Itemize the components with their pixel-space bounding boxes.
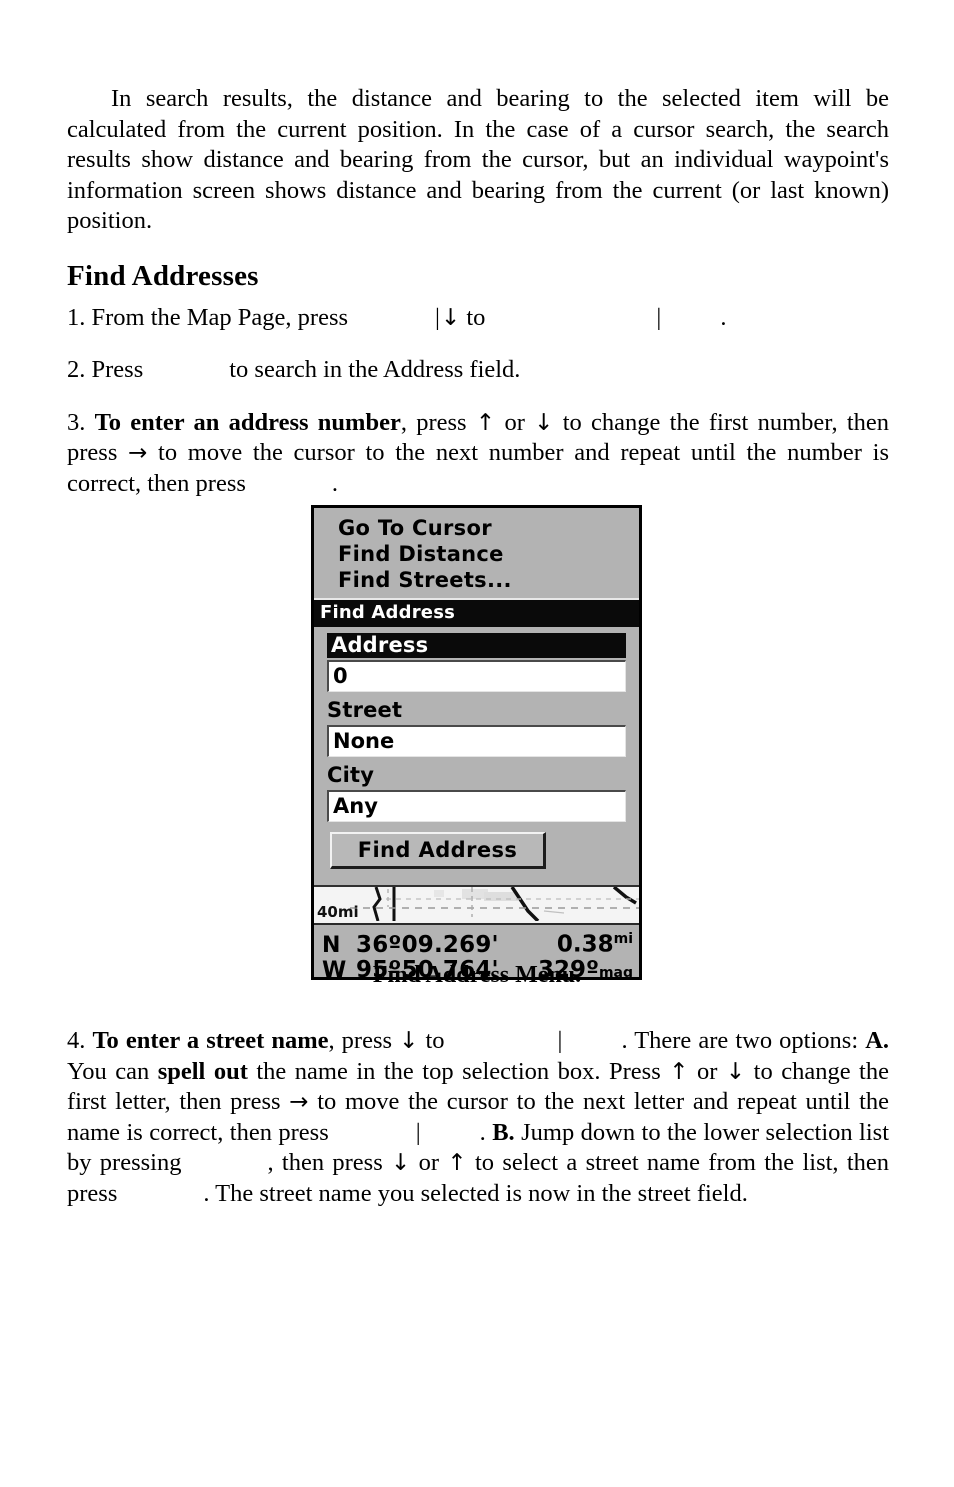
intro-paragraph: In search results, the distance and bear…: [67, 85, 889, 234]
address-field-label[interactable]: Address: [327, 633, 626, 658]
step-4: 4. To enter a street name, press ↓ to | . …: [67, 1026, 889, 1209]
map-scale-label: 40mi: [317, 903, 359, 921]
street-field-value[interactable]: None: [327, 725, 626, 757]
step-2-number: 2.: [67, 356, 86, 383]
page-heading: Find Addresses: [67, 259, 259, 292]
lower-content: 4. To enter a street name, press ↓ to | . …: [67, 1016, 889, 1209]
city-field-label[interactable]: City: [314, 763, 639, 788]
menu-item-find-streets[interactable]: Find Streets...: [314, 567, 639, 593]
step-4-text-b: to: [425, 1027, 445, 1054]
latitude-value: 36º09.269': [356, 931, 499, 958]
step-4-bar-1: |: [557, 1027, 563, 1054]
latitude-row: N 36º09.269' 0.38mi: [314, 927, 639, 958]
step-3-number: 3.: [67, 408, 86, 436]
document-page: In search results, the distance and bear…: [0, 0, 954, 1487]
step-3-text-or: or: [504, 408, 525, 436]
step-2-text-a: Press: [91, 356, 144, 383]
page-content: In search results, the distance and bear…: [67, 84, 889, 499]
step-4-text-f: or: [696, 1057, 718, 1085]
step-4-bold-d: B.: [492, 1118, 515, 1146]
step-3-text-a: , press: [400, 408, 467, 436]
step-3-bold-a: To enter an address number: [94, 408, 401, 436]
step-4-text-c: . There are two options:: [621, 1027, 859, 1054]
step-4-text-k: , then press: [267, 1149, 383, 1176]
city-field-value[interactable]: Any: [327, 790, 626, 822]
step-1-text-c: .: [720, 303, 727, 331]
step-4-number: 4.: [67, 1027, 86, 1054]
step-4-arrow-down: ↓: [399, 1028, 419, 1054]
gps-device-screen: Go To Cursor Find Distance Find Streets.…: [311, 505, 642, 983]
distance-value: 0.38: [556, 931, 614, 958]
distance-unit: mi: [613, 931, 633, 947]
step-4-arrow-down-3: ↓: [391, 1150, 411, 1176]
menu-item-go-to-cursor[interactable]: Go To Cursor: [314, 515, 639, 541]
step-1: 1. From the Map Page, press |↓ to |.: [67, 303, 889, 334]
menu-item-find-distance[interactable]: Find Distance: [314, 541, 639, 567]
address-field-value[interactable]: 0: [327, 660, 626, 692]
step-4-text-i: .: [479, 1118, 486, 1146]
step-3-text-d: .: [331, 469, 339, 497]
step-4-arrow-down-2: ↓: [725, 1058, 746, 1085]
map-preview-strip[interactable]: 40mi: [314, 885, 639, 923]
gps-screenshot-figure: Go To Cursor Find Distance Find Streets.…: [311, 505, 642, 983]
step-4-arrow-up: ↑: [669, 1058, 689, 1085]
find-address-form: Address 0 Street None City Any Find Addr…: [314, 627, 639, 885]
distance-readout: 0.38mi: [557, 927, 639, 958]
step-2-text-b: to search in the Address field.: [229, 356, 521, 383]
find-address-title-bar: Find Address: [314, 598, 639, 627]
step-1-arrow-down: ↓: [440, 304, 461, 331]
step-4-text-n: . The street name you selected is now in…: [203, 1179, 748, 1207]
find-address-button[interactable]: Find Address: [330, 832, 546, 869]
step-1-bar-1: |: [435, 303, 440, 331]
step-2: 2. Press to search in the Address field.: [67, 355, 889, 386]
find-address-button-row: Find Address: [314, 828, 639, 877]
step-3-text-c: to move the cursor to the next number an…: [67, 439, 890, 497]
step-3-arrow-up: ↑: [475, 409, 496, 436]
step-4-text-e: the name in the top selection box. Press: [256, 1057, 661, 1085]
step-1-bar-2: |: [656, 303, 662, 331]
step-3-arrow-right: →: [128, 440, 148, 466]
step-4-bold-b: A.: [865, 1027, 890, 1054]
street-field-label[interactable]: Street: [314, 698, 639, 723]
map-roads-graphic: [314, 887, 639, 921]
step-4-bold-c: spell out: [157, 1057, 248, 1085]
step-4-text-l: or: [418, 1149, 440, 1176]
step-3-arrow-down: ↓: [534, 409, 554, 436]
step-4-text-a: , press: [328, 1027, 393, 1054]
step-3: 3. To enter an address number, press ↑ o…: [67, 408, 889, 500]
step-1-text-a: From the Map Page, press: [91, 303, 349, 331]
step-4-arrow-up-2: ↑: [447, 1150, 467, 1176]
step-1-text-b: to: [466, 303, 486, 331]
step-4-bar-2: |: [415, 1118, 421, 1146]
step-1-number: 1.: [67, 303, 86, 331]
lat-hemisphere-label: N: [322, 932, 341, 958]
figure-caption: Find Address Menu.: [372, 962, 582, 988]
cursor-menu-list: Go To Cursor Find Distance Find Streets.…: [314, 508, 639, 595]
step-4-bold-a: To enter a street name: [92, 1027, 329, 1054]
step-4-arrow-right: →: [289, 1089, 309, 1115]
step-4-text-d: You can: [67, 1057, 150, 1085]
